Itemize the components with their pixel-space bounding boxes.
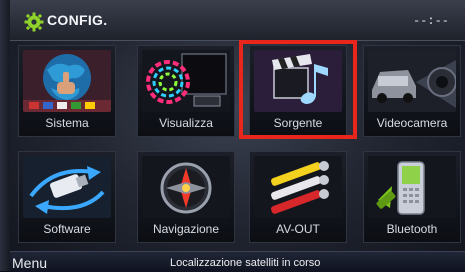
tile-visualizza[interactable]: Visualizza bbox=[137, 45, 235, 137]
tile-label: Software bbox=[43, 222, 91, 236]
tile-label: Videocamera bbox=[376, 116, 448, 130]
tile-label: Visualizza bbox=[159, 116, 213, 130]
tile-sistema[interactable]: Sistema bbox=[18, 45, 116, 137]
menu-button[interactable]: Menu bbox=[12, 255, 47, 271]
title-bar: CONFIG. --:-- bbox=[10, 0, 465, 41]
tile-label: Navigazione bbox=[152, 222, 220, 236]
tile-software[interactable]: Software bbox=[18, 151, 116, 243]
tile-av-out[interactable]: AV-OUT bbox=[249, 151, 347, 243]
config-screen: CONFIG. --:-- Sistema Visualizza Sorgent… bbox=[0, 0, 465, 272]
gear-icon bbox=[24, 12, 44, 32]
display-icon bbox=[142, 50, 230, 112]
tile-videocamera[interactable]: Videocamera bbox=[363, 45, 461, 137]
selection-highlight bbox=[239, 40, 357, 139]
usb-stick-icon bbox=[23, 156, 111, 218]
status-message: Localizzazione satelliti in corso bbox=[170, 257, 321, 269]
rca-cables-icon bbox=[254, 156, 342, 218]
tile-label: AV-OUT bbox=[276, 222, 320, 236]
tile-label: Bluetooth bbox=[386, 222, 438, 236]
compass-icon bbox=[142, 156, 230, 218]
camera-car-icon bbox=[368, 50, 456, 112]
tile-navigazione[interactable]: Navigazione bbox=[137, 151, 235, 243]
tile-label: Sistema bbox=[45, 116, 89, 130]
tile-bluetooth[interactable]: Bluetooth bbox=[363, 151, 461, 243]
bezel bbox=[0, 0, 10, 271]
phone-bluetooth-icon bbox=[368, 156, 456, 218]
page-title: CONFIG. bbox=[47, 12, 108, 28]
status-bar: Menu Localizzazione satelliti in corso bbox=[10, 251, 465, 272]
globe-network-icon bbox=[23, 50, 111, 112]
clock: --:-- bbox=[412, 14, 449, 28]
